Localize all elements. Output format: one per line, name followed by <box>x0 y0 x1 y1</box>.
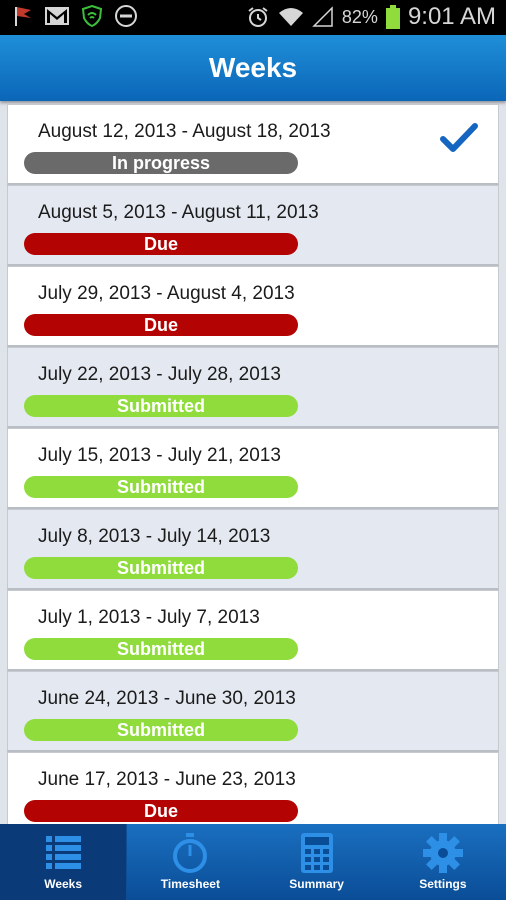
tab-weeks-label: Weeks <box>44 877 83 891</box>
tab-timesheet-label: Timesheet <box>160 877 220 891</box>
status-badge: In progress <box>24 152 298 174</box>
status-bar-system: 82% 9:01 AM <box>246 3 496 31</box>
list-icon <box>46 836 82 869</box>
signal-icon <box>312 6 333 27</box>
status-badge: Submitted <box>24 395 298 417</box>
week-row[interactable]: July 15, 2013 - July 21, 2013 Submitted <box>7 428 499 509</box>
week-row[interactable]: July 8, 2013 - July 14, 2013 Submitted <box>7 509 499 590</box>
week-date-range: July 1, 2013 - July 7, 2013 <box>38 607 260 628</box>
weeks-list[interactable]: August 12, 2013 - August 18, 2013 In prog… <box>7 104 499 824</box>
week-date-range: July 22, 2013 - July 28, 2013 <box>38 364 281 385</box>
week-row[interactable]: June 24, 2013 - June 30, 2013 Submitted <box>7 671 499 752</box>
stopwatch-icon <box>173 833 208 873</box>
week-date-range: August 5, 2013 - August 11, 2013 <box>38 202 319 223</box>
status-badge: Due <box>24 314 298 336</box>
tab-weeks[interactable]: Weeks <box>0 824 128 900</box>
week-date-range: August 12, 2013 - August 18, 2013 <box>38 121 331 142</box>
clock: 9:01 AM <box>407 3 496 30</box>
week-row[interactable]: July 29, 2013 - August 4, 2013 Due <box>7 266 499 347</box>
bottom-nav: Weeks Timesheet Summary Settings <box>0 824 506 900</box>
status-bar-notifications <box>12 4 138 28</box>
week-row[interactable]: July 22, 2013 - July 28, 2013 Submitted <box>7 347 499 428</box>
status-badge: Submitted <box>24 719 298 741</box>
tab-settings[interactable]: Settings <box>380 824 506 900</box>
week-row[interactable]: June 17, 2013 - June 23, 2013 Due <box>7 752 499 824</box>
gmail-icon <box>45 7 69 25</box>
status-badge: Submitted <box>24 638 298 660</box>
alarm-icon <box>248 7 268 27</box>
week-row[interactable]: August 12, 2013 - August 18, 2013 In prog… <box>7 104 499 185</box>
tab-timesheet[interactable]: Timesheet <box>127 824 253 900</box>
tab-settings-label: Settings <box>419 877 467 891</box>
week-date-range: June 17, 2013 - June 23, 2013 <box>38 769 296 790</box>
shield-icon <box>81 4 103 28</box>
status-badge: Submitted <box>24 557 298 579</box>
week-date-range: June 24, 2013 - June 30, 2013 <box>38 688 296 709</box>
week-row[interactable]: August 5, 2013 - August 11, 2013 Due <box>7 185 499 266</box>
flag-icon <box>15 7 31 26</box>
week-date-range: July 8, 2013 - July 14, 2013 <box>38 526 271 547</box>
calculator-icon <box>300 833 333 873</box>
status-badge: Submitted <box>24 476 298 498</box>
do-not-disturb-icon <box>115 5 137 27</box>
wifi-icon <box>278 8 303 26</box>
page-title: Weeks <box>0 35 506 101</box>
battery-icon <box>385 5 400 29</box>
week-date-range: July 15, 2013 - July 21, 2013 <box>38 445 281 466</box>
tab-summary-label: Summary <box>289 877 344 891</box>
status-badge: Due <box>24 233 298 255</box>
week-row[interactable]: July 1, 2013 - July 7, 2013 Submitted <box>7 590 499 671</box>
week-date-range: July 29, 2013 - August 4, 2013 <box>38 283 295 304</box>
battery-percent: 82% <box>341 6 378 27</box>
status-bar: 82% 9:01 AM <box>0 0 506 35</box>
tab-summary[interactable]: Summary <box>254 824 380 900</box>
gear-icon <box>422 833 463 873</box>
checkmark-icon <box>440 123 478 152</box>
status-badge: Due <box>24 800 298 822</box>
